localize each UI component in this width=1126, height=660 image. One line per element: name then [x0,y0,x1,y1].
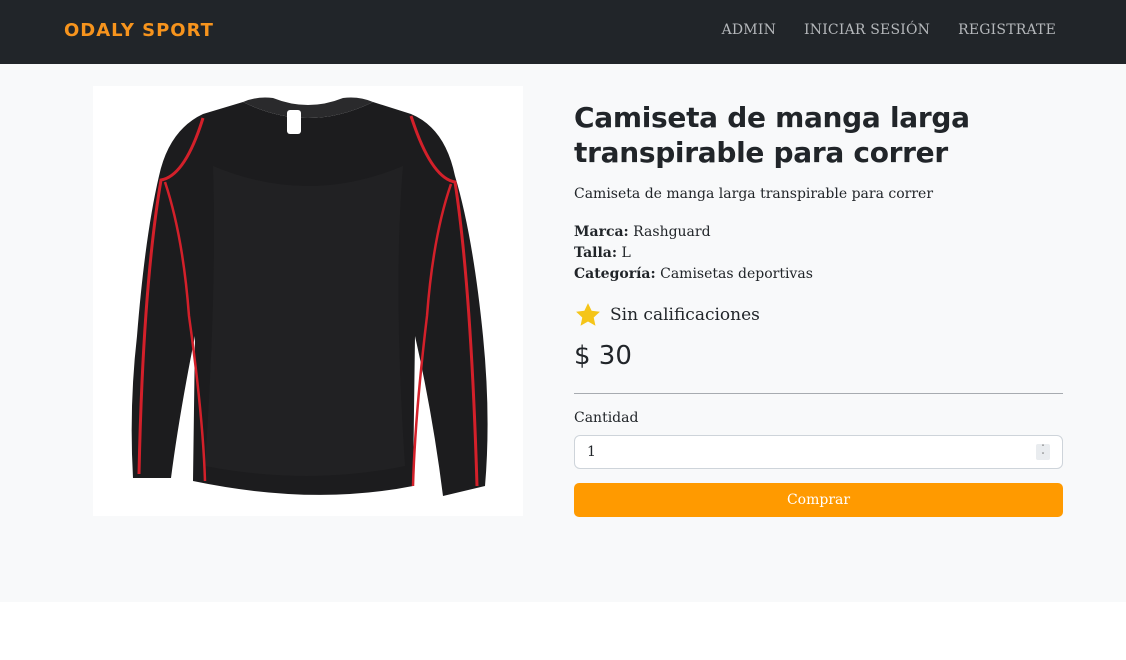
product-details: Camiseta de manga larga transpirable par… [574,100,1063,517]
quantity-input[interactable]: 1 ˄ ˅ [574,435,1063,469]
nav-link-register[interactable]: REGISTRATE [958,22,1056,38]
meta-category-label: Categoría: [574,266,656,282]
product-image [93,86,523,516]
shirt-image [131,97,488,496]
brand-logo-link[interactable]: ODALY SPORT [64,20,214,41]
rating-text: Sin calificaciones [610,305,760,325]
buy-button[interactable]: Comprar [574,483,1063,517]
product-meta: Marca: Rashguard Talla: L Categoría: Cam… [574,222,1063,285]
meta-brand: Marca: Rashguard [574,222,1063,243]
meta-brand-label: Marca: [574,224,629,240]
star-icon [576,303,600,326]
meta-category: Categoría: Camisetas deportivas [574,264,1063,285]
quantity-label: Cantidad [574,410,639,426]
product-price: $ 30 [574,341,632,371]
stepper-arrows-icon[interactable]: ˄ ˅ [1036,444,1050,460]
meta-brand-value: Rashguard [633,224,711,240]
meta-size-value: L [621,245,631,261]
nav-links: ADMIN INICIAR SESIÓN REGISTRATE [722,22,1056,38]
product-title: Camiseta de manga larga transpirable par… [574,101,970,169]
quantity-value: 1 [587,444,596,460]
meta-size: Talla: L [574,243,1063,264]
divider [574,393,1063,394]
meta-category-value: Camisetas deportivas [660,266,813,282]
top-navbar: ODALY SPORT ADMIN INICIAR SESIÓN REGISTR… [0,0,1126,64]
nav-link-login[interactable]: INICIAR SESIÓN [804,22,930,38]
rating: Sin calificaciones [574,301,1063,329]
product-page: Camiseta de manga larga transpirable par… [0,64,1126,602]
meta-size-label: Talla: [574,245,618,261]
nav-link-admin[interactable]: ADMIN [722,22,776,38]
product-description: Camiseta de manga larga transpirable par… [574,186,934,202]
